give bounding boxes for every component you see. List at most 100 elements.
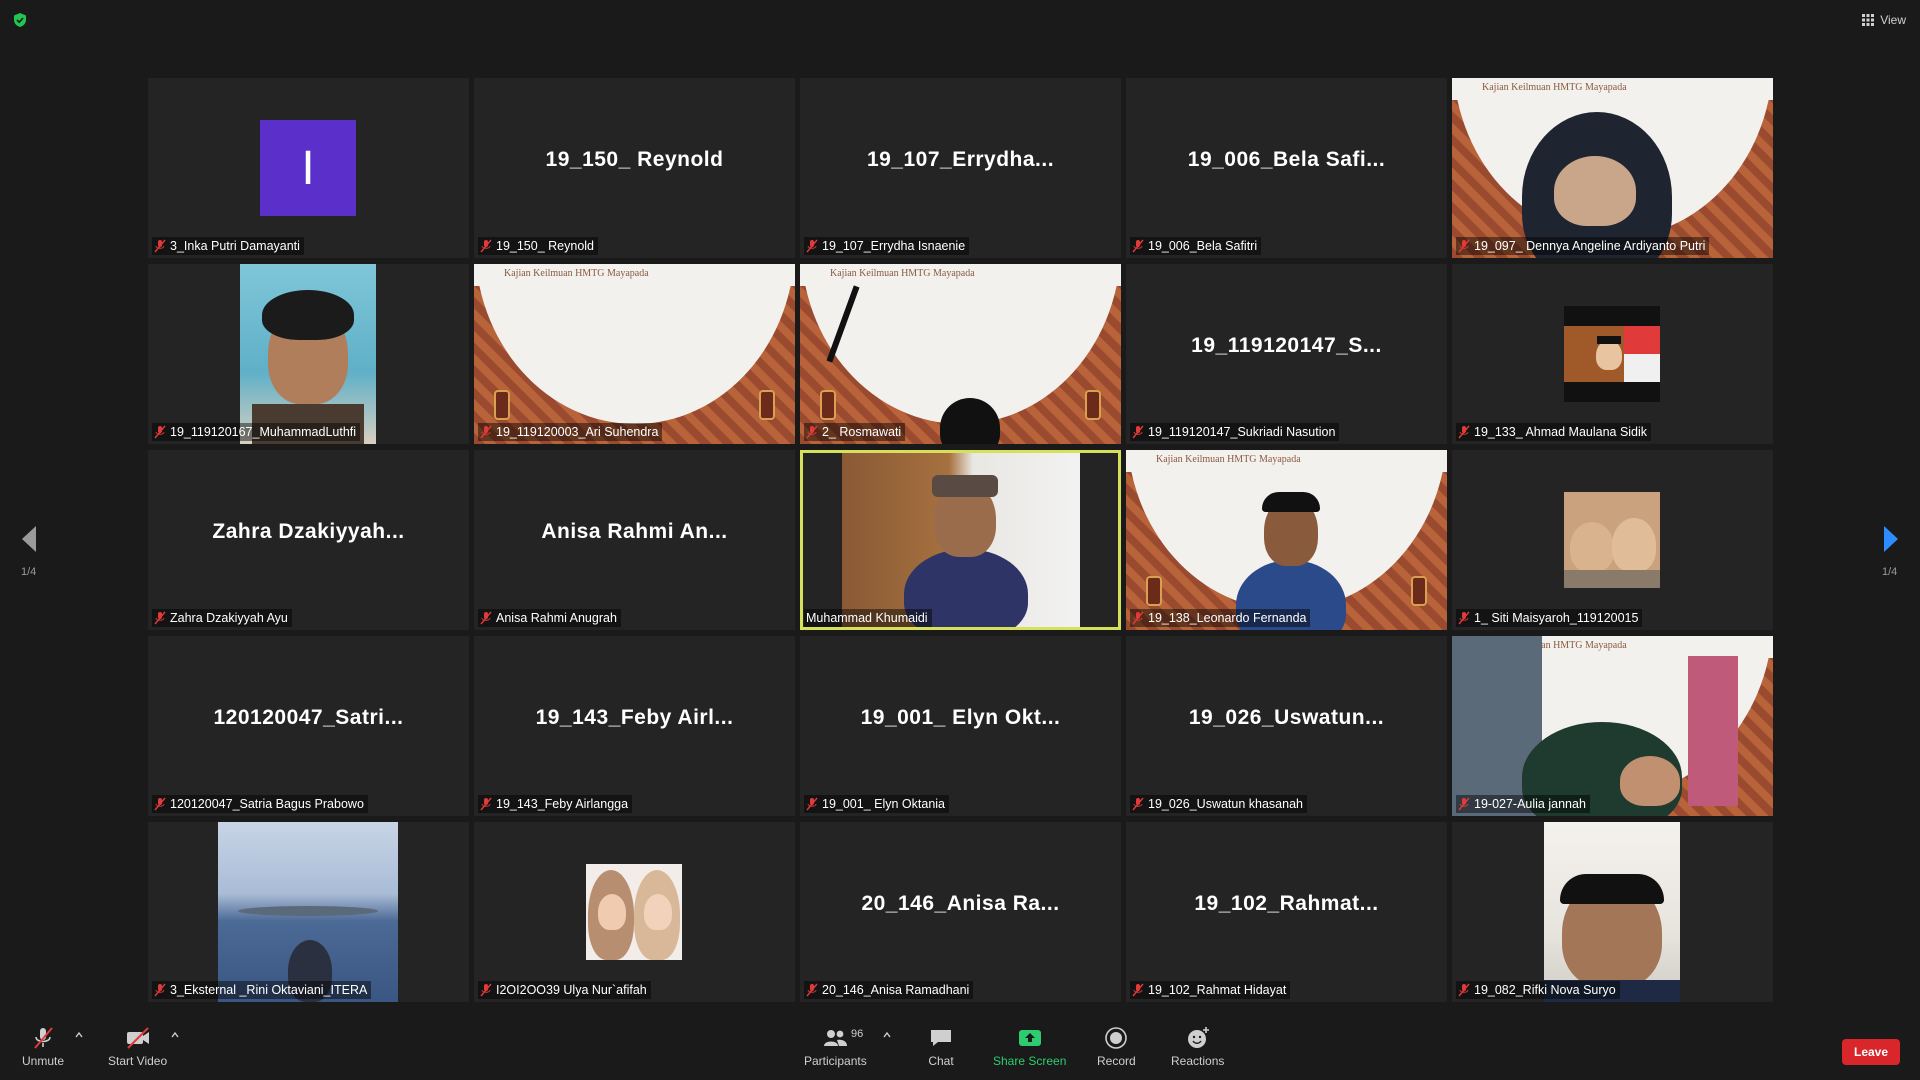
participant-tile[interactable]: 19_119120147_S... 19_119120147_Sukriadi …	[1126, 264, 1447, 444]
audio-options-caret-icon[interactable]	[74, 1030, 84, 1040]
participant-display-name: 19_001_ Elyn Okt...	[860, 706, 1061, 729]
participant-profile-picture	[586, 864, 682, 960]
banner-text: Kajian Keilmuan HMTG Mayapada	[504, 268, 649, 279]
participant-name: I2OI2OO39 Ulya Nur`afifah	[496, 983, 647, 997]
video-off-icon	[126, 1027, 149, 1049]
active-speaker-tile[interactable]: Muhammad Khumaidi	[800, 450, 1121, 630]
participant-label: Anisa Rahmi Anugrah	[478, 609, 621, 627]
participant-name: Anisa Rahmi Anugrah	[496, 611, 617, 625]
participant-name: 20_146_Anisa Ramadhani	[822, 983, 970, 997]
participant-label: 20_146_Anisa Ramadhani	[804, 981, 974, 999]
participant-name: 19_097_ Dennya Angeline Ardiyanto Putri	[1474, 239, 1706, 253]
video-options-caret-icon[interactable]	[170, 1030, 180, 1040]
muted-microphone-icon	[34, 1027, 53, 1049]
participant-name: 19-027-Aulia jannah	[1474, 797, 1586, 811]
participant-name: 19_001_ Elyn Oktania	[822, 797, 946, 811]
participant-label: 1_ Siti Maisyaroh_119120015	[1456, 609, 1643, 627]
participant-tile[interactable]: Kajian Keilmuan HMTG Mayapada 19_097_ De…	[1452, 78, 1773, 258]
reactions-button[interactable]: Reactions	[1171, 1026, 1224, 1068]
chat-label: Chat	[928, 1054, 954, 1068]
participant-tile[interactable]: 20_146_Anisa Ra... 20_146_Anisa Ramadhan…	[800, 822, 1121, 1002]
participants-options-caret-icon[interactable]	[882, 1030, 892, 1040]
participant-tile[interactable]: 1_ Siti Maisyaroh_119120015	[1452, 450, 1773, 630]
participant-tile[interactable]: 19_102_Rahmat... 19_102_Rahmat Hidayat	[1126, 822, 1447, 1002]
share-screen-button[interactable]: Share Screen	[993, 1026, 1066, 1068]
virtual-background: Kajian Keilmuan HMTG Mayapada	[474, 264, 795, 444]
muted-mic-icon	[154, 425, 166, 439]
view-label: View	[1880, 13, 1906, 27]
muted-mic-icon	[806, 983, 818, 997]
participant-name: 3_Eksternal _Rini Oktaviani_ITERA	[170, 983, 368, 997]
participant-tile[interactable]: 19_107_Errydha... 19_107_Errydha Isnaeni…	[800, 78, 1121, 258]
participant-name: 19_143_Feby Airlangga	[496, 797, 629, 811]
view-button[interactable]: View	[1862, 10, 1906, 30]
unmute-button[interactable]: Unmute	[22, 1026, 64, 1068]
participant-label: 19_102_Rahmat Hidayat	[1130, 981, 1291, 999]
participant-tile[interactable]: Kajian Keilmuan HMTG Mayapada 19_1191200…	[474, 264, 795, 444]
participant-tile[interactable]: 120120047_Satri... 120120047_Satria Bagu…	[148, 636, 469, 816]
participant-display-name: Zahra Dzakiyyah...	[212, 520, 405, 543]
previous-page-arrow-icon[interactable]	[18, 524, 40, 554]
participant-name: 19_102_Rahmat Hidayat	[1148, 983, 1287, 997]
participant-label: 3_Inka Putri Damayanti	[152, 237, 304, 255]
record-icon	[1105, 1027, 1128, 1049]
muted-mic-icon	[480, 611, 492, 625]
chat-button[interactable]: Chat	[928, 1026, 954, 1068]
muted-mic-icon	[1132, 611, 1144, 625]
muted-mic-icon	[1132, 983, 1144, 997]
participant-label: 19_006_Bela Safitri	[1130, 237, 1262, 255]
participant-name: 1_ Siti Maisyaroh_119120015	[1474, 611, 1639, 625]
leave-button[interactable]: Leave	[1842, 1039, 1900, 1065]
participant-tile[interactable]: I2OI2OO39 Ulya Nur`afifah	[474, 822, 795, 1002]
participant-tile[interactable]: 3_Eksternal _Rini Oktaviani_ITERA	[148, 822, 469, 1002]
muted-mic-icon	[154, 983, 166, 997]
participant-label: 19_097_ Dennya Angeline Ardiyanto Putri	[1456, 237, 1710, 255]
participant-name: 3_Inka Putri Damayanti	[170, 239, 300, 253]
page-indicator-right: 1/4	[1882, 566, 1898, 578]
participant-name: 120120047_Satria Bagus Prabowo	[170, 797, 364, 811]
participant-label: Muhammad Khumaidi	[804, 609, 932, 627]
muted-mic-icon	[806, 797, 818, 811]
participant-tile[interactable]: I 3_Inka Putri Damayanti	[148, 78, 469, 258]
participant-label: 19_150_ Reynold	[478, 237, 598, 255]
muted-mic-icon	[1132, 425, 1144, 439]
participant-tile[interactable]: Kajian Keilmuan HMTG Mayapada 19_138_Leo…	[1126, 450, 1447, 630]
participant-face	[1554, 156, 1636, 226]
muted-mic-icon	[480, 797, 492, 811]
start-video-button[interactable]: Start Video	[108, 1026, 167, 1068]
next-page-arrow-icon[interactable]	[1880, 524, 1902, 554]
participant-tile[interactable]: 19_026_Uswatun... 19_026_Uswatun khasana…	[1126, 636, 1447, 816]
unmute-label: Unmute	[22, 1054, 65, 1068]
participant-tile[interactable]: 19_119120167_MuhammadLuthfi	[148, 264, 469, 444]
participant-name: 19_133_ Ahmad Maulana Sidik	[1474, 425, 1648, 439]
participant-tile[interactable]: Kajian Keilmuan HMTG Mayapada 19-027-Aul…	[1452, 636, 1773, 816]
participant-name: 19_107_Errydha Isnaenie	[822, 239, 966, 253]
meeting-toolbar: Unmute Start Video Participants 96 Chat	[0, 1016, 1920, 1080]
participant-label: 19_001_ Elyn Oktania	[804, 795, 950, 813]
participant-label: 19_133_ Ahmad Maulana Sidik	[1456, 423, 1652, 441]
participant-tile[interactable]: 19_150_ Reynold 19_150_ Reynold	[474, 78, 795, 258]
shield-icon[interactable]	[12, 12, 28, 28]
muted-mic-icon	[154, 239, 166, 253]
participant-tile[interactable]: Zahra Dzakiyyah... Zahra Dzakiyyah Ayu	[148, 450, 469, 630]
participant-tile[interactable]: Anisa Rahmi An... Anisa Rahmi Anugrah	[474, 450, 795, 630]
participant-tile[interactable]: 19_143_Feby Airl... 19_143_Feby Airlangg…	[474, 636, 795, 816]
participant-name: 19_082_Rifki Nova Suryo	[1474, 983, 1616, 997]
share-screen-icon	[1018, 1030, 1041, 1046]
participant-label: 19_119120147_Sukriadi Nasution	[1130, 423, 1340, 441]
participant-name: 19_138_Leonardo Fernanda	[1148, 611, 1307, 625]
participants-count: 96	[851, 1028, 864, 1040]
participant-tile[interactable]: 19_001_ Elyn Okt... 19_001_ Elyn Oktania	[800, 636, 1121, 816]
participant-tile[interactable]: 19_133_ Ahmad Maulana Sidik	[1452, 264, 1773, 444]
participant-tile[interactable]: 19_006_Bela Safi... 19_006_Bela Safitri	[1126, 78, 1447, 258]
participant-tile[interactable]: 19_082_Rifki Nova Suryo	[1452, 822, 1773, 1002]
record-button[interactable]: Record	[1097, 1026, 1136, 1068]
reactions-label: Reactions	[1171, 1054, 1225, 1068]
muted-mic-icon	[1132, 797, 1144, 811]
participant-label: 120120047_Satria Bagus Prabowo	[152, 795, 368, 813]
participant-name: 19_006_Bela Safitri	[1148, 239, 1258, 253]
banner-text: Kajian Keilmuan HMTG Mayapada	[830, 268, 975, 279]
participant-display-name: 19_006_Bela Safi...	[1187, 148, 1386, 171]
muted-mic-icon	[806, 239, 818, 253]
participant-tile[interactable]: Kajian Keilmuan HMTG Mayapada 2_ Rosmawa…	[800, 264, 1121, 444]
